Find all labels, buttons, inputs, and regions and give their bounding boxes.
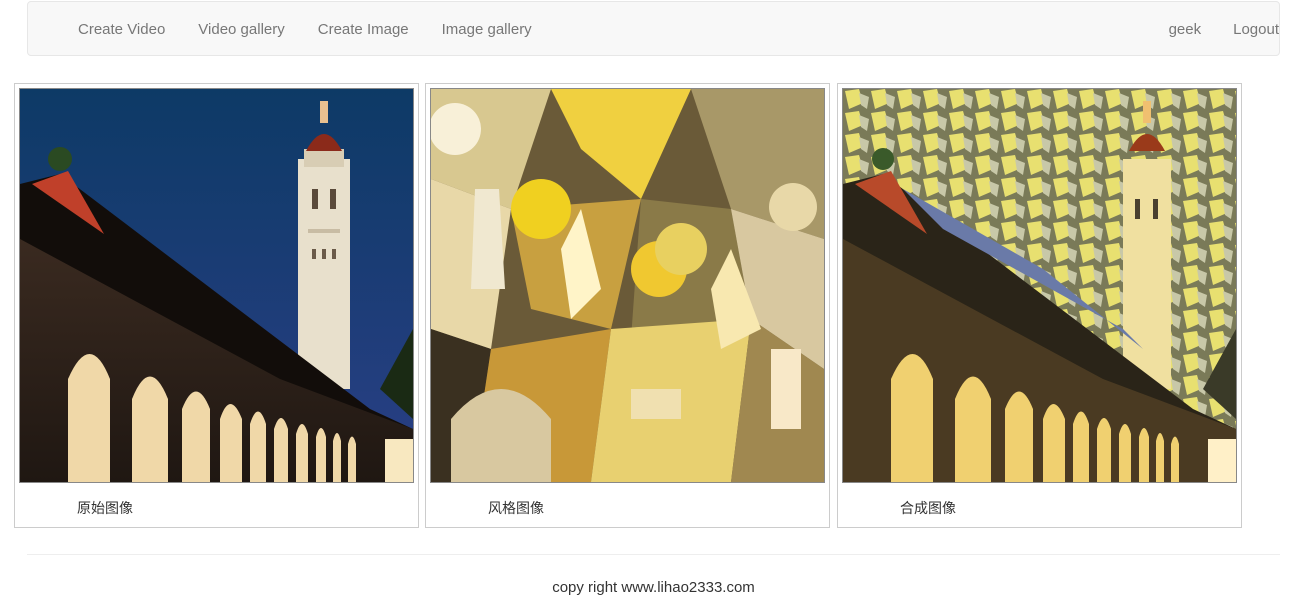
synthesized-image-caption: 合成图像 bbox=[900, 501, 956, 517]
navbar: Create Video Video gallery Create Image … bbox=[27, 1, 1280, 56]
nav-video-gallery-link[interactable]: Video gallery bbox=[198, 21, 284, 38]
synthesized-image[interactable] bbox=[842, 88, 1237, 483]
nav-right-group: geek Logout bbox=[1137, 2, 1279, 57]
gallery-card-original: 原始图像 bbox=[14, 83, 419, 528]
nav-create-video-link[interactable]: Create Video bbox=[78, 21, 165, 38]
nav-user-link[interactable]: geek bbox=[1169, 21, 1202, 38]
original-image-caption: 原始图像 bbox=[77, 501, 133, 517]
nav-left-group: Create Video Video gallery Create Image … bbox=[78, 2, 565, 57]
nav-image-gallery-link[interactable]: Image gallery bbox=[442, 21, 532, 38]
original-image[interactable] bbox=[19, 88, 414, 483]
footer-copyright: copy right www.lihao2333.com bbox=[552, 579, 755, 596]
nav-logout-link[interactable]: Logout bbox=[1233, 21, 1279, 38]
footer-divider bbox=[27, 554, 1280, 555]
style-image-caption: 风格图像 bbox=[488, 501, 544, 517]
style-image[interactable] bbox=[430, 88, 825, 483]
nav-create-image-link[interactable]: Create Image bbox=[318, 21, 409, 38]
gallery-card-synthesized: 合成图像 bbox=[837, 83, 1242, 528]
gallery-card-style: 风格图像 bbox=[425, 83, 830, 528]
